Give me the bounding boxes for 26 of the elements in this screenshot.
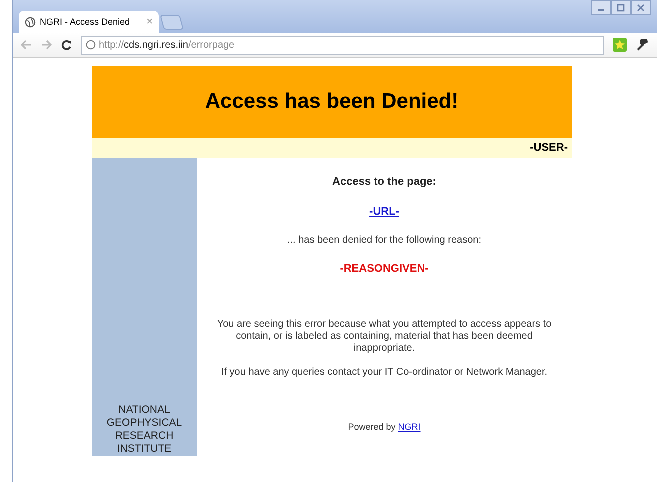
back-arrow-icon[interactable]	[21, 40, 32, 50]
reason-text: -REASONGIVEN-	[340, 263, 429, 275]
close-button[interactable]	[631, 0, 651, 15]
page-heading: Access has been Denied!	[205, 90, 459, 114]
url-link[interactable]: -URL-	[370, 206, 400, 218]
maximize-icon	[617, 4, 625, 12]
powered-by-text: Powered by	[348, 422, 396, 432]
forward-arrow-icon[interactable]	[41, 40, 52, 50]
reload-icon[interactable]	[61, 40, 72, 50]
url-text: http://cds.ngri.res.iin/errorpage	[99, 40, 235, 50]
tab-title: NGRI - Access Denied	[40, 17, 132, 27]
denied-text: ... has been denied for the following reason:	[287, 235, 482, 246]
explanation-text: You are seeing this error because what you attempted to access appears to contain, or is labeled as containing, material that has been deemed inappropriate.	[216, 319, 553, 355]
queries-text: If you have any queries contact your IT Co-ordinator or Network Manager.	[221, 367, 548, 378]
new-tab-button[interactable]	[160, 15, 184, 30]
user-label: -USER-	[530, 142, 568, 154]
star-extension-icon[interactable]	[613, 38, 627, 52]
minimize-button[interactable]	[591, 0, 611, 15]
close-icon	[637, 4, 645, 12]
address-bar[interactable]: http://cds.ngri.res.iin/errorpage	[81, 36, 604, 54]
access-label: Access to the page:	[332, 176, 436, 188]
ngri-link[interactable]: NGRI	[398, 422, 421, 432]
browser-tab[interactable]: NGRI - Access Denied ×	[19, 11, 159, 33]
maximize-button[interactable]	[611, 0, 631, 15]
institute-name: NATIONAL GEOPHYSICAL RESEARCH INSTITUTE	[106, 404, 184, 456]
wrench-icon[interactable]	[636, 38, 649, 52]
